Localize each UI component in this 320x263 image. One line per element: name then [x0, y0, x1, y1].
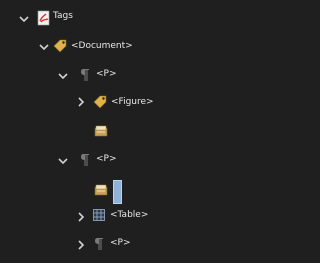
tree-label-p[interactable]: <P> — [96, 69, 117, 79]
tree-label-document[interactable]: <Document> — [71, 41, 133, 51]
tree-label-table[interactable]: <Table> — [110, 210, 148, 220]
tag-icon — [92, 94, 108, 111]
tree-label-p[interactable]: <P> — [110, 238, 131, 248]
chevron-down-icon[interactable] — [58, 156, 68, 166]
content-container-icon[interactable] — [94, 125, 108, 140]
tree-label-tags[interactable]: Tags — [53, 11, 73, 21]
paragraph-icon — [80, 68, 90, 85]
tree-label-p[interactable]: <P> — [96, 154, 117, 164]
chevron-down-icon[interactable] — [19, 14, 29, 24]
pdf-tags-icon — [37, 10, 51, 29]
table-icon — [93, 209, 105, 224]
paragraph-icon — [80, 153, 90, 170]
paragraph-icon — [94, 237, 104, 254]
tag-icon — [52, 38, 68, 55]
chevron-right-icon[interactable] — [76, 240, 86, 250]
content-container-icon[interactable] — [94, 184, 108, 199]
tags-panel: { "tree": { "root": { "label": "Tags", "… — [0, 0, 243, 263]
chevron-down-icon[interactable] — [58, 71, 68, 81]
chevron-right-icon[interactable] — [76, 212, 86, 222]
selection-highlight — [113, 180, 122, 204]
chevron-down-icon[interactable] — [39, 42, 49, 52]
tree-label-figure[interactable]: <Figure> — [111, 97, 154, 107]
chevron-right-icon[interactable] — [76, 97, 86, 107]
